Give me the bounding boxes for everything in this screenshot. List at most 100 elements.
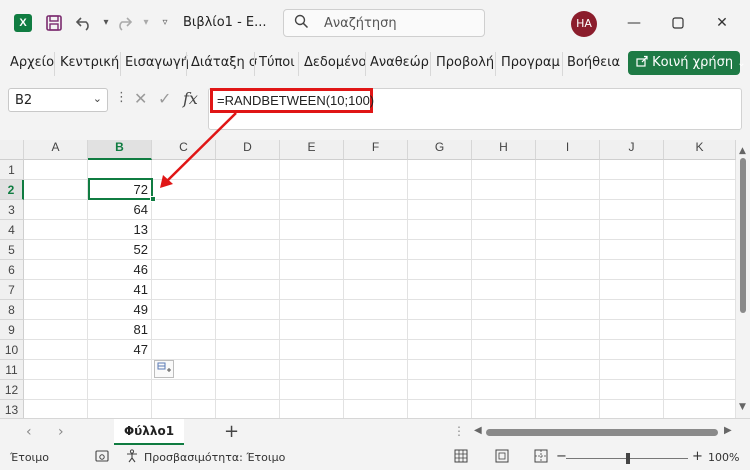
ribbon-divider	[298, 52, 299, 76]
ribbon-divider	[365, 52, 366, 76]
column-header-f[interactable]: F	[344, 140, 408, 160]
column-header-e[interactable]: E	[280, 140, 344, 160]
tab-help[interactable]: Βοήθεια	[567, 55, 620, 70]
page-break-view-icon[interactable]	[534, 449, 548, 467]
formula-text[interactable]: =RANDBETWEEN(10;100)	[210, 88, 374, 113]
grid-row-line	[24, 399, 736, 400]
accessibility-icon[interactable]	[125, 449, 139, 467]
tab-review[interactable]: Αναθεώρ	[370, 55, 429, 70]
minimize-icon[interactable]: —	[624, 12, 644, 34]
column-header-g[interactable]: G	[408, 140, 472, 160]
next-sheet-icon[interactable]: ›	[58, 424, 64, 440]
tab-view[interactable]: Προβολή	[436, 55, 494, 70]
column-header-c[interactable]: C	[152, 140, 216, 160]
name-box-value: B2	[15, 93, 33, 108]
scroll-right-icon[interactable]: ▶	[724, 425, 732, 436]
workbook-name[interactable]: Βιβλίο1 - Ε...	[183, 15, 267, 30]
column-header-j[interactable]: J	[600, 140, 664, 160]
zoom-slider-thumb[interactable]	[626, 453, 630, 464]
horizontal-scroll-thumb[interactable]	[486, 429, 718, 436]
chevron-down-icon[interactable]: ⌄	[93, 92, 102, 105]
column-header-d[interactable]: D	[216, 140, 280, 160]
column-header-b[interactable]: B	[88, 140, 152, 160]
sheet-tab-1[interactable]: Φύλλο1	[114, 419, 184, 445]
scroll-up-icon[interactable]: ▲	[739, 146, 746, 156]
add-sheet-icon[interactable]: +	[224, 421, 239, 442]
row-header-1[interactable]: 1	[0, 160, 24, 180]
column-header-i[interactable]: I	[536, 140, 600, 160]
row-header-5[interactable]: 5	[0, 240, 24, 260]
undo-icon[interactable]	[74, 12, 94, 34]
avatar[interactable]: HA	[571, 11, 597, 37]
close-icon[interactable]: ✕	[712, 12, 732, 34]
cell-b3[interactable]: 64	[89, 200, 150, 220]
tab-page-layout[interactable]: Διάταξη σ	[191, 55, 257, 70]
chevron-down-icon: ⌄	[737, 58, 746, 69]
cell-b7[interactable]: 41	[89, 280, 150, 300]
cell-b4[interactable]: 13	[89, 220, 150, 240]
tab-formulas[interactable]: Τύποι	[259, 55, 295, 70]
row-header-3[interactable]: 3	[0, 200, 24, 220]
save-icon[interactable]	[44, 12, 64, 34]
tab-developer[interactable]: Προγραμ	[501, 55, 560, 70]
zoom-in-icon[interactable]: +	[692, 449, 703, 464]
cell-b8[interactable]: 49	[89, 300, 150, 320]
zoom-out-icon[interactable]: −	[556, 449, 567, 464]
prev-sheet-icon[interactable]: ‹	[26, 424, 32, 440]
undo-dropdown-icon[interactable]: ▾	[96, 12, 116, 34]
maximize-icon[interactable]	[668, 12, 688, 34]
tab-data[interactable]: Δεδομένο	[304, 55, 366, 70]
vertical-scroll-thumb[interactable]	[740, 158, 746, 313]
normal-view-icon[interactable]	[454, 449, 468, 467]
row-header-7[interactable]: 7	[0, 280, 24, 300]
row-header-4[interactable]: 4	[0, 220, 24, 240]
accessibility-status[interactable]: Προσβασιμότητα: Έτοιμο	[144, 451, 285, 464]
column-header-h[interactable]: H	[472, 140, 536, 160]
quick-analysis-icon[interactable]	[154, 360, 174, 378]
formula-bar-area: B2 ⌄ ⋮ ✕ ✓ fx	[0, 80, 750, 136]
insert-function-icon[interactable]: fx	[183, 89, 198, 108]
row-header-12[interactable]: 12	[0, 380, 24, 400]
row-header-2[interactable]: 2	[0, 180, 24, 200]
more-options-icon[interactable]: ⋮	[115, 90, 128, 105]
name-box[interactable]: B2 ⌄	[8, 88, 108, 112]
row-header-11[interactable]: 11	[0, 360, 24, 380]
column-header-a[interactable]: A	[24, 140, 88, 160]
cell-b10[interactable]: 47	[89, 340, 150, 360]
active-cell-b2[interactable]	[88, 178, 153, 200]
tab-insert[interactable]: Εισαγωγή	[125, 55, 189, 70]
customize-toolbar-icon[interactable]: ▿	[155, 12, 175, 34]
horizontal-scrollbar[interactable]: ◀ ▶	[472, 425, 734, 439]
scroll-down-icon[interactable]: ▼	[739, 402, 746, 412]
redo-icon[interactable]	[114, 12, 134, 34]
status-ready: Έτοιμο	[10, 451, 50, 464]
cell-b9[interactable]: 81	[89, 320, 150, 340]
ribbon-divider	[54, 52, 55, 76]
page-layout-view-icon[interactable]	[495, 449, 509, 467]
search-box[interactable]: Αναζήτηση	[283, 9, 485, 37]
row-header-9[interactable]: 9	[0, 320, 24, 340]
tab-home[interactable]: Κεντρική	[60, 55, 119, 70]
row-header-6[interactable]: 6	[0, 260, 24, 280]
scroll-left-icon[interactable]: ◀	[474, 425, 482, 436]
sheet-tabs-bar: ‹ › Φύλλο1 + ⋮ ◀ ▶	[0, 418, 750, 446]
row-header-8[interactable]: 8	[0, 300, 24, 320]
grid-column-line	[215, 160, 216, 418]
macro-record-icon[interactable]	[95, 449, 109, 467]
more-tabs-icon[interactable]: ⋮	[453, 424, 465, 438]
select-all-corner[interactable]	[0, 140, 24, 160]
redo-dropdown-icon[interactable]: ▾	[136, 12, 156, 34]
row-header-13[interactable]: 13	[0, 400, 24, 420]
cancel-icon[interactable]: ✕	[134, 89, 147, 108]
ribbon-divider	[186, 52, 187, 76]
cell-b6[interactable]: 46	[89, 260, 150, 280]
enter-check-icon[interactable]: ✓	[158, 89, 171, 108]
share-button[interactable]: Κοινή χρήση ⌄	[628, 51, 746, 75]
tab-file[interactable]: Αρχείο	[10, 55, 54, 70]
row-header-10[interactable]: 10	[0, 340, 24, 360]
vertical-scrollbar[interactable]: ▲ ▼	[736, 140, 750, 418]
fill-handle[interactable]	[150, 196, 156, 202]
column-header-k[interactable]: K	[664, 140, 736, 160]
cell-b5[interactable]: 52	[89, 240, 150, 260]
zoom-level[interactable]: 100%	[708, 451, 739, 464]
